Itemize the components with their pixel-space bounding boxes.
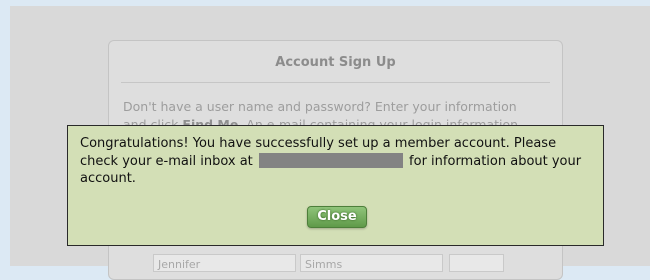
close-button[interactable]: Close	[307, 206, 367, 228]
success-dialog: Congratulations! You have successfully s…	[67, 125, 604, 246]
redacted-email	[258, 152, 403, 168]
divider	[121, 82, 550, 83]
last-name-input[interactable]: Simms	[300, 254, 443, 272]
dialog-message: Congratulations! You have successfully s…	[80, 135, 590, 188]
suffix-input[interactable]	[449, 254, 504, 272]
first-name-input[interactable]: Jennifer	[153, 254, 296, 272]
signup-title: Account Sign Up	[275, 55, 396, 70]
intro-line-1: Don't have a user name and password? Ent…	[123, 99, 517, 114]
